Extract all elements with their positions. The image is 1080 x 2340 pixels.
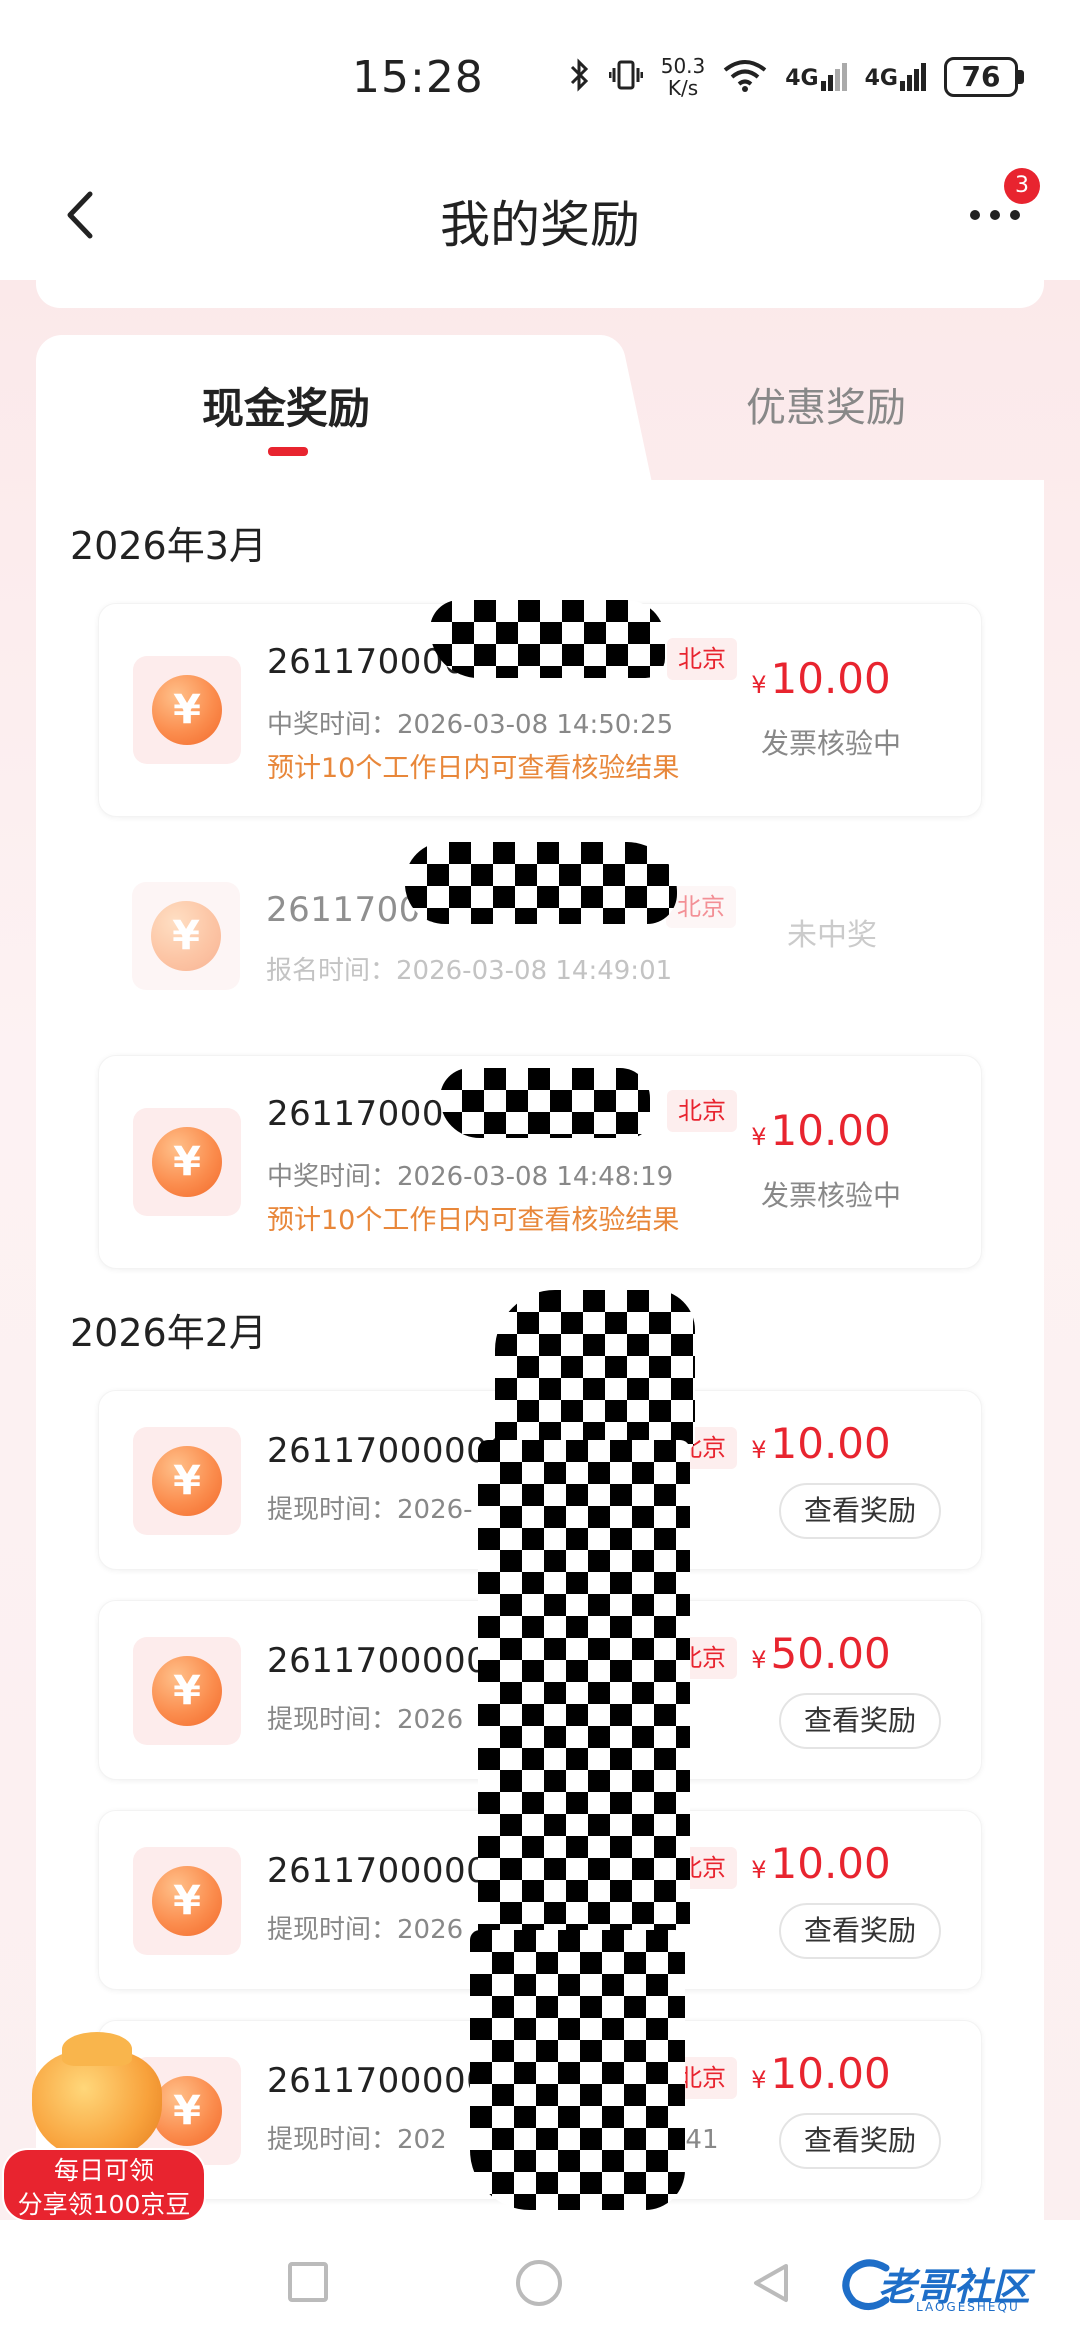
- tab-discount-rewards-label[interactable]: 优惠奖励: [596, 375, 1056, 433]
- app-header: 我的奖励 3: [0, 150, 1080, 280]
- coin-icon-box: ¥: [133, 656, 241, 764]
- coin-icon-box: ¥: [132, 882, 240, 990]
- reward-time: 报名时间：2026-03-08 14:49:01: [266, 956, 673, 986]
- yen-coin-icon: ¥: [151, 901, 221, 971]
- reward-status: 未中奖: [787, 918, 877, 953]
- redaction-mark: [495, 1290, 695, 1450]
- redaction-mark: [440, 1068, 650, 1138]
- wifi-icon: [723, 58, 767, 96]
- status-bar: 15:28 50.3 K/s 4G 4G 76: [0, 0, 1080, 150]
- reward-amount: ¥10.00: [751, 1419, 891, 1468]
- redaction-mark: [470, 1930, 685, 2210]
- recent-apps-button[interactable]: [288, 2262, 328, 2302]
- reward-amount: ¥50.00: [751, 1629, 891, 1678]
- reward-tabs: 现金奖励 优惠奖励: [36, 335, 1044, 480]
- vibrate-icon: [608, 58, 644, 96]
- bluetooth-icon: [569, 58, 591, 96]
- reward-status: 发票核验中: [760, 727, 901, 760]
- reward-time: 中奖时间：2026-03-08 14:50:25: [267, 710, 674, 740]
- order-number: 261170000: [267, 1094, 467, 1134]
- order-number: 26117000000: [267, 1641, 511, 1681]
- reward-amount: ¥10.00: [751, 1106, 891, 1155]
- status-icons: 50.3 K/s 4G 4G 76: [569, 52, 1024, 102]
- yen-coin-icon: ¥: [152, 1656, 222, 1726]
- redaction-mark: [405, 842, 677, 924]
- status-time: 15:28: [352, 52, 484, 103]
- yen-coin-icon: ¥: [152, 675, 222, 745]
- home-button[interactable]: [516, 2260, 562, 2306]
- notification-badge: 3: [1004, 168, 1040, 204]
- triangle-back-icon: [754, 2264, 788, 2302]
- coin-icon-box: ¥: [133, 1108, 241, 1216]
- order-number: 26117000000: [267, 1851, 511, 1891]
- gift-bag-icon: [32, 2032, 162, 2160]
- redaction-mark: [430, 600, 665, 678]
- tab-active-indicator: [268, 447, 308, 456]
- yen-coin-icon: ¥: [152, 1866, 222, 1936]
- reward-amount: ¥10.00: [751, 654, 891, 703]
- daily-promo-widget[interactable]: 每日可领 分享领100京豆: [0, 2032, 210, 2222]
- view-reward-button[interactable]: 查看奖励: [779, 2113, 941, 2169]
- promo-label: 每日可领 分享领100京豆: [2, 2148, 206, 2222]
- view-reward-button[interactable]: 查看奖励: [779, 1483, 941, 1539]
- coin-icon-box: ¥: [133, 1847, 241, 1955]
- net-speed: 50.3 K/s: [660, 54, 706, 100]
- view-reward-button[interactable]: 查看奖励: [779, 1903, 941, 1959]
- yen-coin-icon: ¥: [152, 1127, 222, 1197]
- verify-hint: 预计10个工作日内可查看核验结果: [267, 1205, 680, 1236]
- system-nav-bar: 老哥社区 LAOGESHEQU: [0, 2220, 1080, 2340]
- yen-coin-icon: ¥: [152, 1446, 222, 1516]
- redaction-mark: [478, 1440, 690, 1940]
- top-card: [36, 280, 1044, 308]
- month-header: 2026年2月: [70, 1311, 267, 1355]
- reward-time: 中奖时间：2026-03-08 14:48:19: [267, 1162, 674, 1192]
- watermark-logo: 老哥社区 LAOGESHEQU: [836, 2250, 1066, 2320]
- battery-icon: 76: [944, 57, 1024, 97]
- signal-icon-1: 4G: [785, 63, 847, 91]
- verify-hint: 预计10个工作日内可查看核验结果: [267, 753, 680, 784]
- tab-cash-rewards-label[interactable]: 现金奖励: [36, 375, 536, 436]
- coin-icon-box: ¥: [133, 1427, 241, 1535]
- reward-amount: ¥10.00: [751, 2049, 891, 2098]
- view-reward-button[interactable]: 查看奖励: [779, 1693, 941, 1749]
- page-title: 我的奖励: [440, 196, 640, 254]
- month-header: 2026年3月: [70, 524, 267, 568]
- coin-icon-box: ¥: [133, 1637, 241, 1745]
- reward-status: 发票核验中: [760, 1179, 901, 1212]
- signal-icon-2: 4G: [865, 63, 926, 91]
- system-back-button[interactable]: [748, 2260, 794, 2306]
- reward-amount: ¥10.00: [751, 1839, 891, 1888]
